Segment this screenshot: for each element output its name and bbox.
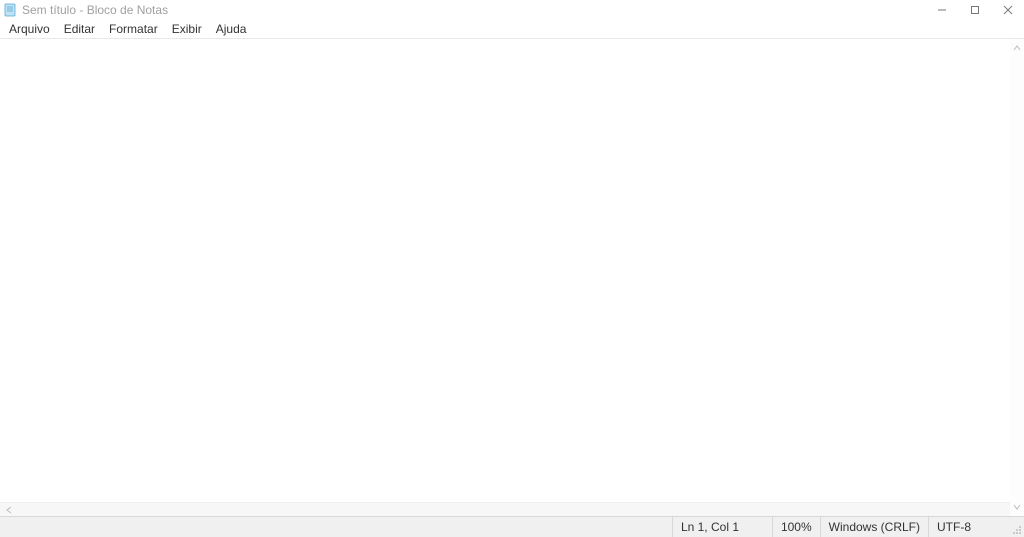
resize-grip-icon[interactable] [1008, 517, 1024, 537]
status-bar: Ln 1, Col 1 100% Windows (CRLF) UTF-8 [0, 516, 1024, 537]
scroll-left-icon[interactable] [2, 504, 16, 516]
menu-exibir[interactable]: Exibir [165, 21, 209, 37]
menu-editar[interactable]: Editar [57, 21, 102, 37]
close-button[interactable] [991, 0, 1024, 20]
window-title: Sem título - Bloco de Notas [22, 3, 168, 17]
status-encoding: UTF-8 [928, 517, 1008, 537]
status-cursor-position: Ln 1, Col 1 [672, 517, 772, 537]
scroll-down-icon[interactable] [1010, 500, 1024, 514]
menu-formatar[interactable]: Formatar [102, 21, 165, 37]
horizontal-scrollbar[interactable] [0, 502, 1024, 516]
text-editor[interactable] [0, 39, 1024, 502]
editor-area [0, 38, 1024, 516]
notepad-icon [4, 3, 18, 17]
vertical-scrollbar[interactable] [1010, 39, 1024, 516]
menu-ajuda[interactable]: Ajuda [209, 21, 254, 37]
maximize-button[interactable] [958, 0, 991, 20]
minimize-button[interactable] [925, 0, 958, 20]
status-line-ending: Windows (CRLF) [820, 517, 928, 537]
menu-bar: Arquivo Editar Formatar Exibir Ajuda [0, 20, 1024, 38]
menu-arquivo[interactable]: Arquivo [2, 21, 57, 37]
scroll-up-icon[interactable] [1010, 41, 1024, 55]
window-titlebar: Sem título - Bloco de Notas [0, 0, 1024, 20]
status-zoom: 100% [772, 517, 820, 537]
